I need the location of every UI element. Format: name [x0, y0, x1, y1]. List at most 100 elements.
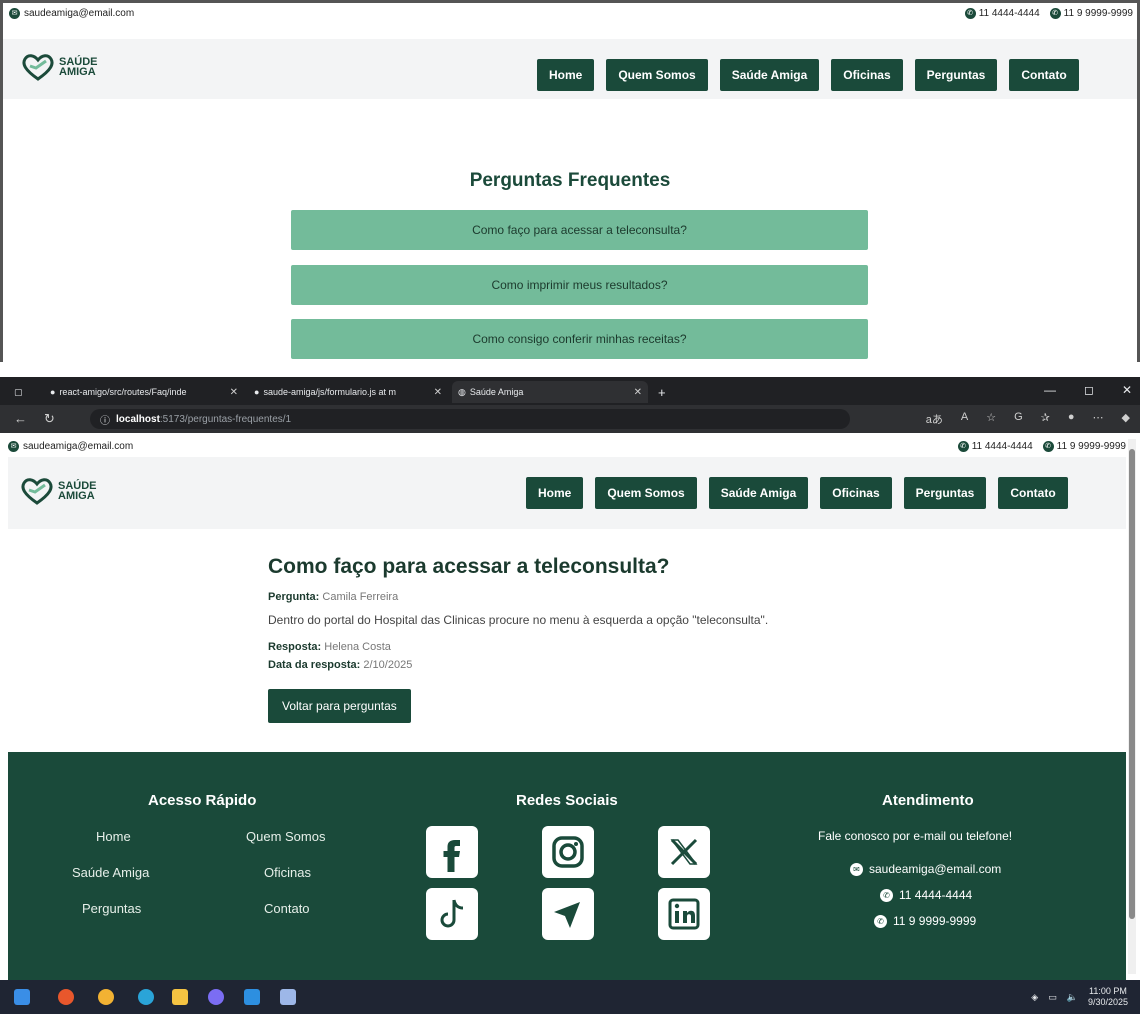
asked-name: Camila Ferreira [322, 591, 399, 603]
answered-by: Resposta: Helena Costa [268, 641, 968, 653]
nav-contato[interactable]: Contato [1009, 59, 1079, 91]
app-icon[interactable] [280, 989, 296, 1005]
nav-perguntas[interactable]: Perguntas [914, 59, 998, 91]
navbar: SAÚDE AMIGA Home Quem Somos Saúde Amiga O… [8, 457, 1126, 529]
email-icon: ✉ [850, 862, 863, 876]
copilot-icon[interactable]: ◆ [1122, 411, 1130, 427]
logo[interactable]: SAÚDE AMIGA [20, 477, 97, 505]
contact-strip: ✉ saudeamiga@email.com ✆ 11 4444-4444 ✆ 11… [3, 3, 1137, 25]
footer-link-home[interactable]: Home [96, 829, 131, 844]
close-window-icon[interactable]: ✕ [1122, 383, 1132, 397]
contact-strip: ✉ saudeamiga@email.com ✆ 11 4444-4444 ✆ 11… [8, 437, 1126, 457]
favorite-icon[interactable]: ☆ [986, 411, 996, 427]
footer-link-oficinas[interactable]: Oficinas [264, 865, 311, 880]
page-scrollbar[interactable] [1128, 439, 1136, 974]
tab-actions-icon[interactable]: ▢ [8, 381, 42, 403]
linkedin-icon[interactable] [658, 888, 710, 940]
date-value: 2/10/2025 [363, 659, 413, 671]
phone-icon: ✆ [880, 888, 893, 902]
address-bar-row: ← ↻ ⓘ localhost :5173/perguntas-frequent… [0, 405, 1140, 433]
more-icon[interactable]: ⋯ [1093, 411, 1104, 427]
back-icon[interactable]: ← [14, 411, 27, 426]
edge-icon[interactable] [138, 989, 154, 1005]
close-tab-icon[interactable]: ✕ [634, 387, 642, 398]
faq-item[interactable]: Como imprimir meus resultados? [291, 265, 868, 305]
github-icon: ● [254, 387, 260, 397]
footer-link-contato[interactable]: Contato [264, 901, 310, 916]
heart-logo-icon [21, 478, 53, 505]
nav-quem-somos[interactable]: Quem Somos [595, 477, 697, 509]
tab-bar: ▢ ● react-amigo/src/routes/Faq/inde ✕ ● … [0, 377, 1140, 405]
chrome-icon[interactable] [98, 989, 114, 1005]
whatsapp-icon: ✆ [874, 914, 887, 928]
close-tab-icon[interactable]: ✕ [230, 387, 238, 398]
profile-icon[interactable]: ● [1068, 411, 1075, 427]
whatsapp-icon: ✆ [1049, 8, 1061, 19]
vscode-icon[interactable] [244, 989, 260, 1005]
close-tab-icon[interactable]: ✕ [434, 387, 442, 398]
footer-email-text: saudeamiga@email.com [869, 862, 1002, 876]
url-field[interactable]: ⓘ localhost :5173/perguntas-frequentes/1 [90, 409, 850, 429]
telegram-icon[interactable] [542, 888, 594, 940]
display-icon[interactable]: ▭ [1048, 992, 1057, 1003]
footer-link-saude-amiga[interactable]: Saúde Amiga [72, 865, 149, 880]
url-path: :5173/perguntas-frequentes/1 [159, 413, 292, 425]
network-icon[interactable]: ◈ [1031, 992, 1038, 1003]
faq-item[interactable]: Como consigo conferir minhas receitas? [291, 319, 868, 359]
asked-by: Pergunta: Camila Ferreira [268, 591, 968, 603]
tab-github-faq[interactable]: ● react-amigo/src/routes/Faq/inde ✕ [44, 381, 244, 403]
asked-label: Pergunta: [268, 591, 320, 603]
minimize-icon[interactable]: — [1044, 383, 1056, 397]
faq-item[interactable]: Como faço para acessar a teleconsulta? [291, 210, 868, 250]
nav-oficinas[interactable]: Oficinas [820, 477, 892, 509]
facebook-icon[interactable] [426, 826, 478, 878]
nav-quem-somos[interactable]: Quem Somos [606, 59, 708, 91]
file-explorer-icon[interactable] [172, 989, 188, 1005]
github-desktop-icon[interactable] [208, 989, 224, 1005]
footer-phone-text: 11 4444-4444 [899, 888, 973, 902]
logo[interactable]: SAÚDE AMIGA [21, 53, 98, 81]
nav-home[interactable]: Home [537, 59, 595, 91]
answer-date: Data da resposta: 2/10/2025 [268, 659, 968, 671]
footer-email[interactable]: ✉ saudeamiga@email.com [850, 862, 1001, 876]
nav-perguntas[interactable]: Perguntas [903, 477, 987, 509]
footer-link-perguntas[interactable]: Perguntas [82, 901, 141, 916]
nav-home[interactable]: Home [526, 477, 584, 509]
refresh-extension-icon[interactable]: G [1014, 411, 1023, 427]
scrollbar-thumb[interactable] [1129, 449, 1135, 919]
social-title: Redes Sociais [516, 792, 618, 809]
maximize-icon[interactable]: ◻ [1084, 383, 1094, 397]
instagram-icon[interactable] [542, 826, 594, 878]
clock-time: 11:00 PM [1089, 986, 1127, 996]
contact-whatsapp: 11 9 9999-9999 [1056, 441, 1126, 452]
brave-icon[interactable] [58, 989, 74, 1005]
footer-link-quem-somos[interactable]: Quem Somos [246, 829, 325, 844]
tiktok-icon[interactable] [426, 888, 478, 940]
footer-whatsapp[interactable]: ✆ 11 9 9999-9999 [874, 914, 976, 928]
faq-page-screenshot: ✉ saudeamiga@email.com ✆ 11 4444-4444 ✆ 11… [0, 0, 1140, 362]
nav-saude-amiga[interactable]: Saúde Amiga [708, 477, 809, 509]
windows-start-icon[interactable] [14, 989, 30, 1005]
tab-title: Saúde Amiga [469, 387, 524, 397]
footer-phone[interactable]: ✆ 11 4444-4444 [880, 888, 972, 902]
nav-saude-amiga[interactable]: Saúde Amiga [719, 59, 820, 91]
volume-icon[interactable]: 🔈 [1067, 992, 1078, 1003]
back-to-questions-button[interactable]: Voltar para perguntas [268, 689, 411, 723]
contact-phone: 11 4444-4444 [978, 8, 1040, 19]
reload-icon[interactable]: ↻ [44, 411, 55, 427]
system-clock[interactable]: 11:00 PM 9/30/2025 [1088, 986, 1128, 1008]
logo-line2: AMIGA [59, 66, 96, 78]
navbar: SAÚDE AMIGA Home Quem Somos Saúde Amiga O… [3, 39, 1137, 99]
url-host: localhost [116, 413, 160, 425]
tab-github-formulario[interactable]: ● saude-amiga/js/formulario.js at m ✕ [248, 381, 448, 403]
new-tab-icon[interactable]: + [652, 381, 676, 403]
email-icon: ✉ [9, 8, 20, 19]
nav-menu: Home Quem Somos Saúde Amiga Oficinas Per… [526, 477, 1068, 509]
x-icon[interactable] [658, 826, 710, 878]
favorites-list-icon[interactable]: ✰ [1041, 411, 1050, 427]
nav-contato[interactable]: Contato [998, 477, 1068, 509]
nav-oficinas[interactable]: Oficinas [831, 59, 903, 91]
text-size-icon[interactable]: A [961, 411, 968, 427]
tab-saude-amiga[interactable]: ◍ Saúde Amiga ✕ [452, 381, 648, 403]
read-aloud-icon[interactable]: aあ [926, 411, 943, 427]
